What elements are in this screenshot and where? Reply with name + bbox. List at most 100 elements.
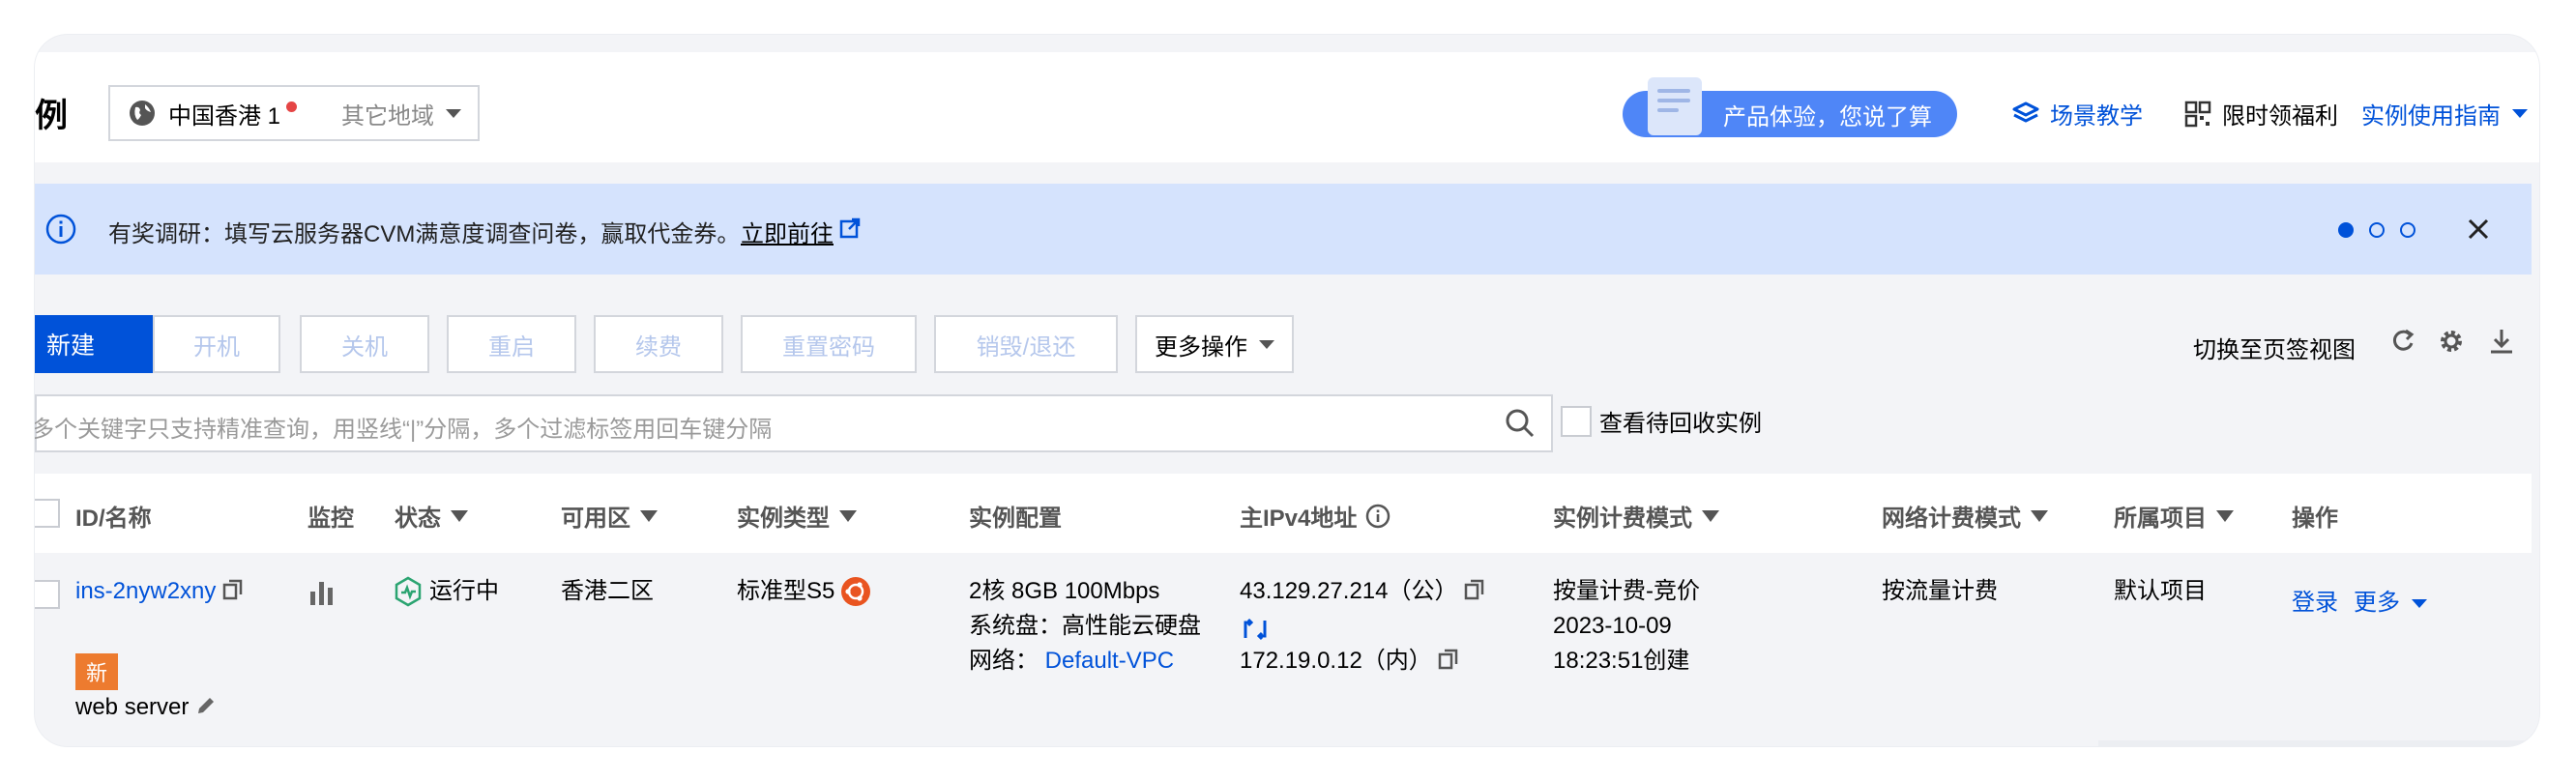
billing-line-3: 18:23:51创建 — [1553, 648, 1690, 674]
select-all-checkbox[interactable] — [35, 499, 60, 528]
usage-guide-link[interactable]: 实例使用指南 — [2361, 97, 2528, 130]
download-icon[interactable] — [2487, 327, 2516, 356]
scene-tutorial-link[interactable]: 场景教学 — [2011, 97, 2143, 130]
pagination-strip — [2098, 740, 2532, 746]
pager-dot-3[interactable] — [2400, 222, 2415, 238]
billing-line-2: 2023-10-09 — [1553, 613, 1672, 639]
settings-icon[interactable] — [2437, 327, 2466, 356]
config-line-2: 系统盘：高性能云硬盘 — [969, 613, 1201, 639]
renew-button[interactable]: 续费 — [594, 315, 723, 373]
config-line-1: 2核 8GB 100Mbps — [969, 578, 1160, 604]
filter-icon[interactable] — [2031, 509, 2048, 522]
benefit-label: 限时领福利 — [2222, 103, 2338, 130]
reset-password-button[interactable]: 重置密码 — [741, 315, 917, 373]
copy-icon[interactable] — [1438, 649, 1459, 672]
feedback-button[interactable]: 产品体验，您说了算 — [1623, 77, 1957, 137]
private-ip: 172.19.0.12（内） — [1240, 644, 1459, 679]
instance-id-link[interactable]: ins-2nyw2xny — [75, 574, 244, 609]
col-monitor: 监控 — [307, 506, 354, 532]
stop-button[interactable]: 关机 — [300, 315, 429, 373]
more-actions-button[interactable]: 更多操作 — [1135, 315, 1294, 373]
region-selector[interactable]: 中国香港 1 其它地域 — [108, 85, 480, 141]
row-checkbox[interactable] — [35, 580, 60, 609]
search-input[interactable]: 多个关键字只支持精准查询，用竖线“|”分隔，多个过滤标签用回车键分隔 — [35, 394, 1553, 452]
caret-down-icon — [2412, 598, 2427, 608]
col-zone[interactable]: 可用区 — [561, 499, 658, 533]
restart-button[interactable]: 重启 — [447, 315, 576, 373]
pager-dot-1[interactable] — [2338, 222, 2354, 238]
survey-doc-icon — [1648, 77, 1702, 135]
filter-icon[interactable] — [2216, 509, 2234, 522]
notification-dot — [286, 101, 298, 112]
zone-cell: 香港二区 — [561, 578, 654, 604]
banner-text: 有奖调研：填写云服务器CVM满意度调查问卷，赢取代金券。 — [108, 221, 741, 247]
new-tag: 新 — [75, 653, 118, 690]
destroy-button[interactable]: 销毁/退还 — [934, 315, 1118, 373]
billing-line-1: 按量计费-竞价 — [1553, 578, 1700, 604]
ip-exchange-icon[interactable] — [1242, 617, 1269, 642]
config-line-3: 网络： Default-VPC — [969, 644, 1174, 679]
region-other: 其它地域 — [341, 102, 435, 130]
col-config: 实例配置 — [969, 506, 1062, 532]
ubuntu-icon — [841, 577, 871, 606]
col-type[interactable]: 实例类型 — [737, 499, 857, 533]
filter-icon[interactable] — [1702, 509, 1719, 522]
region-current: 中国香港 1 — [168, 102, 281, 130]
filter-icon[interactable] — [839, 509, 857, 522]
project-cell: 默认项目 — [2114, 578, 2207, 604]
col-id-name: ID/名称 — [75, 506, 152, 532]
console-frame: 例 中国香港 1 其它地域 产品体验，您说了算 场景教学 限时领福利 实例使用指… — [35, 35, 2539, 746]
top-bar: 例 中国香港 1 其它地域 产品体验，您说了算 场景教学 限时领福利 实例使用指… — [35, 52, 2539, 162]
recycle-label: 查看待回收实例 — [1599, 411, 1762, 437]
copy-icon[interactable] — [222, 579, 244, 602]
caret-down-icon — [2512, 109, 2528, 118]
filter-icon[interactable] — [640, 509, 658, 522]
banner-pager — [2338, 222, 2415, 238]
feedback-label: 产品体验，您说了算 — [1723, 103, 1932, 130]
start-button[interactable]: 开机 — [153, 315, 280, 373]
layers-icon — [2012, 101, 2039, 122]
search-placeholder: 多个关键字只支持精准查询，用竖线“|”分隔，多个过滤标签用回车键分隔 — [35, 417, 773, 443]
col-ops: 操作 — [2292, 506, 2338, 532]
table-row: ins-2nyw2xny 新 web server 运行中 香港二区 标准型S5… — [35, 555, 2532, 725]
qrcode-icon — [2184, 101, 2211, 127]
more-ops-link[interactable]: 更多 — [2354, 586, 2427, 621]
info-icon — [45, 214, 76, 245]
benefit-link[interactable]: 限时领福利 — [2183, 97, 2338, 130]
col-status[interactable]: 状态 — [395, 499, 468, 533]
chevron-down-icon — [446, 108, 462, 118]
usage-guide-label: 实例使用指南 — [2361, 103, 2501, 130]
external-link-icon[interactable] — [839, 217, 861, 239]
copy-icon[interactable] — [1464, 579, 1485, 602]
col-project[interactable]: 所属项目 — [2114, 499, 2234, 533]
checkbox-box[interactable] — [1561, 405, 1592, 437]
pager-dot-2[interactable] — [2369, 222, 2385, 238]
instance-name[interactable]: web server — [75, 690, 217, 725]
monitor-chart-icon[interactable] — [307, 580, 337, 607]
help-icon[interactable] — [1364, 503, 1391, 530]
more-actions-label: 更多操作 — [1155, 333, 1247, 361]
vpc-link[interactable]: Default-VPC — [1045, 648, 1174, 674]
col-billing[interactable]: 实例计费模式 — [1553, 499, 1719, 533]
search-icon[interactable] — [1505, 408, 1536, 439]
scene-tutorial-label: 场景教学 — [2050, 103, 2143, 130]
status-badge: 运行中 — [393, 574, 499, 609]
network-label: 网络： — [969, 648, 1039, 674]
switch-view-link[interactable]: 切换至页签视图 — [2193, 331, 2356, 364]
filter-icon[interactable] — [451, 509, 468, 522]
close-icon[interactable] — [2462, 213, 2495, 246]
refresh-icon[interactable] — [2388, 327, 2417, 356]
net-billing-cell: 按流量计费 — [1882, 578, 1998, 604]
edit-pencil-icon[interactable] — [195, 695, 217, 716]
col-ipv4: 主IPv4地址 — [1240, 499, 1391, 533]
survey-banner: 有奖调研：填写云服务器CVM满意度调查问卷，赢取代金券。 立即前往 — [35, 184, 2532, 275]
recycle-checkbox[interactable]: 查看待回收实例 — [1561, 404, 1762, 438]
col-net-billing[interactable]: 网络计费模式 — [1882, 499, 2048, 533]
page-title: 例 — [35, 98, 68, 134]
banner-link[interactable]: 立即前往 — [741, 215, 834, 248]
chevron-down-icon — [1259, 339, 1274, 349]
login-link[interactable]: 登录 — [2292, 586, 2338, 621]
public-ip: 43.129.27.214（公） — [1240, 574, 1485, 609]
table-header: ID/名称 监控 状态 可用区 实例类型 实例配置 主IPv4地址 实例计费模式… — [35, 474, 2532, 553]
globe-icon — [130, 101, 155, 126]
